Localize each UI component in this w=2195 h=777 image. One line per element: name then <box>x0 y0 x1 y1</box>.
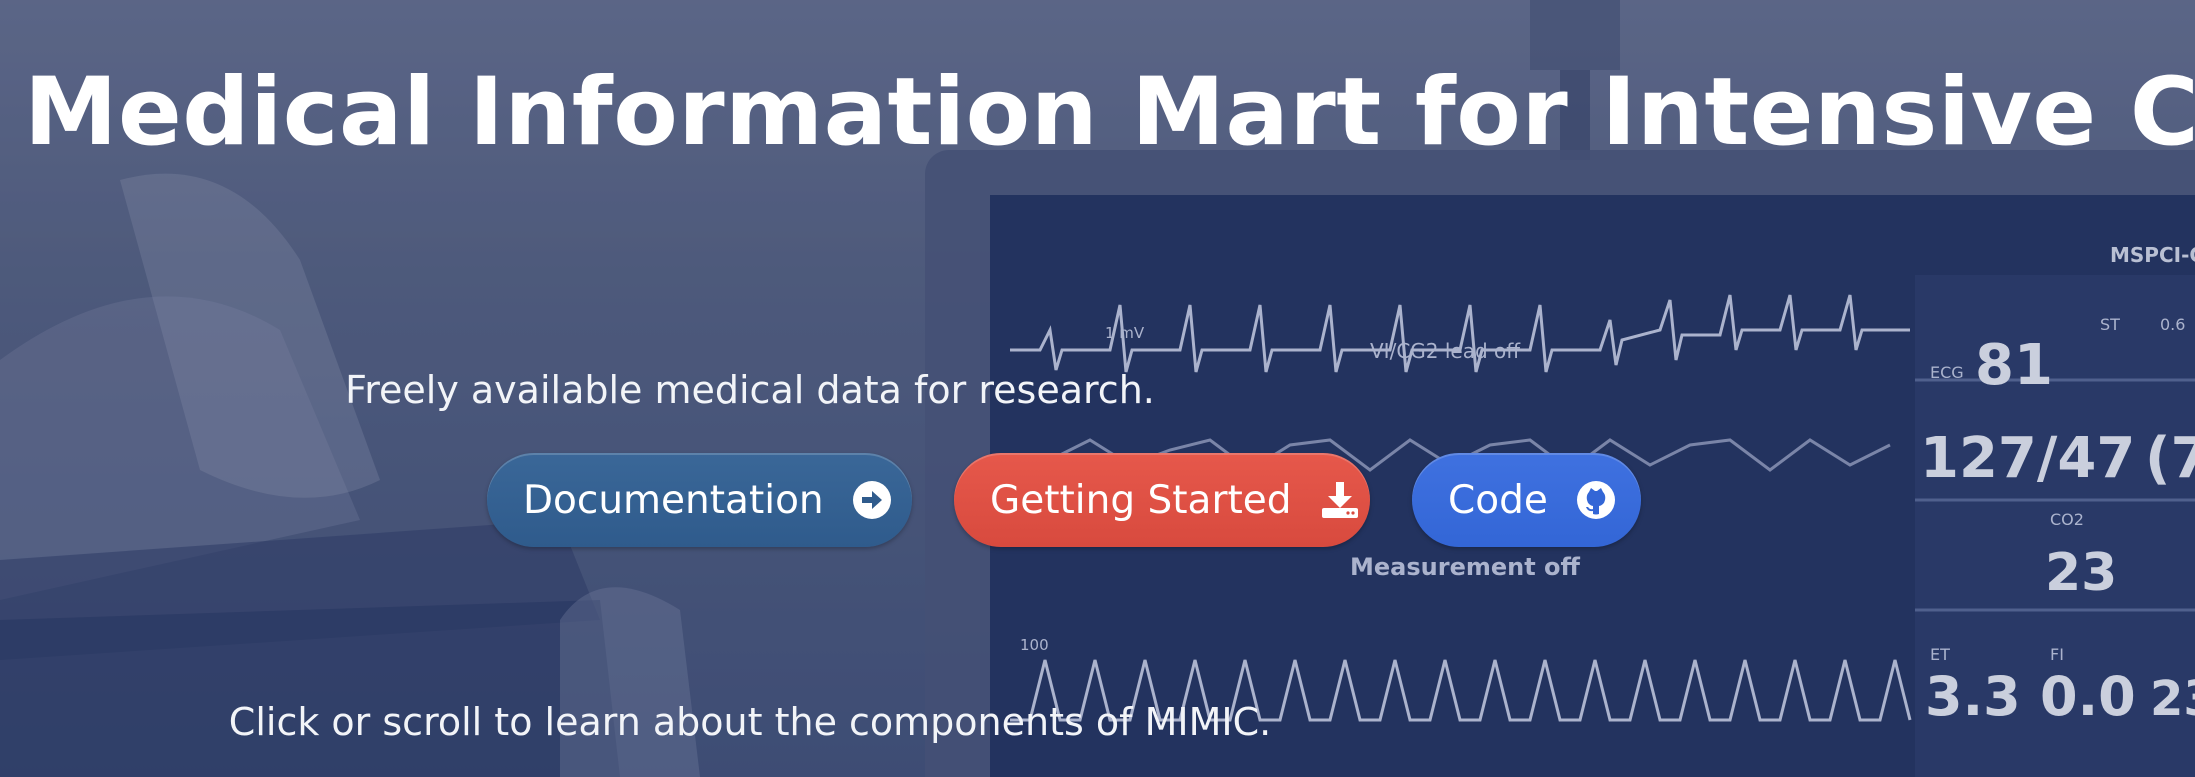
hero-subtitle: Freely available medical data for resear… <box>345 368 1155 412</box>
code-button[interactable]: Code <box>1412 453 1641 547</box>
documentation-button[interactable]: Documentation <box>487 453 912 547</box>
arrow-circle-right-icon <box>852 479 892 521</box>
hero-section: MSPCI-C 1 mV VI/CG2 lead off ECG 81 ST 0… <box>0 0 2195 777</box>
getting-started-button[interactable]: Getting Started <box>954 453 1370 547</box>
documentation-button-label: Documentation <box>523 477 824 523</box>
hero-button-group: Documentation Getting Started Code <box>487 453 1641 547</box>
download-icon <box>1320 479 1360 521</box>
getting-started-button-label: Getting Started <box>990 477 1292 523</box>
code-button-label: Code <box>1448 477 1548 523</box>
page-title: Medical Information Mart for Intensive C… <box>24 58 2195 167</box>
scroll-hint: Click or scroll to learn about the compo… <box>228 700 1272 744</box>
github-icon <box>1576 479 1616 521</box>
